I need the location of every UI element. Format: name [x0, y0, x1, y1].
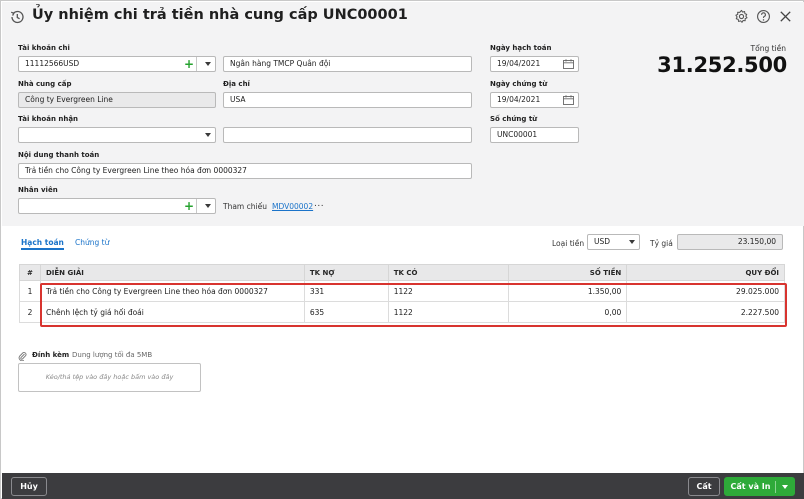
bank-value: Ngân hàng TMCP Quân đội	[230, 59, 331, 68]
col-debit: TK NỢ	[303, 264, 389, 281]
col-description: DIỄN GIẢI	[39, 264, 305, 281]
supplier-value: Công ty Evergreen Line	[25, 95, 113, 104]
posting-table: # DIỄN GIẢI TK NỢ TK CÓ SỐ TIỀN QUY ĐỔI …	[19, 264, 785, 323]
reference-label: Tham chiếu	[223, 202, 267, 211]
paperclip-icon	[18, 352, 27, 361]
table-header-row: # DIỄN GIẢI TK NỢ TK CÓ SỐ TIỀN QUY ĐỔI	[19, 264, 785, 281]
voucher-no-label: Số chứng từ	[490, 115, 538, 123]
account-select[interactable]: 11112566USD +	[18, 56, 216, 72]
voucher-date-value: 19/04/2021	[497, 95, 541, 104]
posting-date-value: 19/04/2021	[497, 59, 541, 68]
history-icon[interactable]	[9, 9, 25, 25]
divider	[196, 199, 197, 213]
close-icon[interactable]	[778, 9, 793, 24]
row-debit[interactable]: 635	[303, 301, 389, 323]
help-icon[interactable]	[756, 9, 771, 24]
gear-icon[interactable]	[734, 9, 749, 24]
col-converted: QUY ĐỔI	[626, 264, 785, 281]
footer-bar	[2, 473, 804, 499]
table-row[interactable]: 1 Trả tiền cho Công ty Evergreen Line th…	[19, 280, 785, 302]
calendar-icon[interactable]	[563, 95, 574, 105]
attachment-label: Đính kèm	[32, 351, 70, 359]
save-print-button[interactable]: Cất và In	[724, 477, 795, 496]
total-label: Tổng tiền	[750, 44, 786, 53]
chevron-down-icon[interactable]	[205, 62, 211, 66]
receive-account-label: Tài khoản nhận	[18, 115, 79, 123]
plus-icon[interactable]: +	[183, 199, 195, 213]
address-label: Địa chỉ	[223, 80, 250, 88]
col-credit: TK CÓ	[387, 264, 510, 281]
row-debit[interactable]: 331	[303, 280, 389, 302]
receive-bank-field[interactable]	[223, 127, 472, 143]
divider	[775, 481, 776, 493]
tab-posting[interactable]: Hạch toán	[21, 238, 64, 250]
row-description[interactable]: Chênh lệch tỷ giá hối đoái	[39, 301, 305, 323]
rate-field[interactable]: 23.150,00	[677, 234, 783, 250]
voucher-date-picker[interactable]: 19/04/2021	[490, 92, 579, 108]
chevron-down-icon[interactable]	[629, 240, 635, 244]
rate-label: Tỷ giá	[650, 239, 673, 248]
divider	[196, 57, 197, 71]
calendar-icon[interactable]	[563, 59, 574, 69]
chevron-down-icon[interactable]	[782, 485, 788, 489]
total-amount: 31.252.500	[657, 53, 787, 77]
account-label: Tài khoản chi	[18, 44, 70, 52]
cancel-button[interactable]: Hủy	[11, 477, 47, 496]
supplier-label: Nhà cung cấp	[18, 80, 72, 88]
page-title: Ủy nhiệm chi trả tiền nhà cung cấp UNC00…	[32, 7, 408, 23]
address-value: USA	[230, 95, 246, 104]
row-amount[interactable]: 1.350,00	[508, 280, 628, 302]
employee-label: Nhân viên	[18, 186, 58, 194]
row-converted[interactable]: 2.227.500	[626, 301, 785, 323]
content-value: Trả tiền cho Công ty Evergreen Line theo…	[25, 166, 247, 175]
currency-value: USD	[594, 237, 611, 246]
chevron-down-icon[interactable]	[205, 133, 211, 137]
form-area	[2, 2, 804, 226]
save-button[interactable]: Cất	[688, 477, 720, 496]
plus-icon[interactable]: +	[183, 57, 195, 71]
col-index: #	[19, 264, 41, 281]
row-amount[interactable]: 0,00	[508, 301, 628, 323]
row-credit[interactable]: 1122	[387, 280, 510, 302]
row-index: 2	[19, 301, 41, 323]
voucher-no-field[interactable]: UNC00001	[490, 127, 579, 143]
col-amount: SỐ TIỀN	[508, 264, 628, 281]
rate-value: 23.150,00	[737, 237, 776, 246]
attachment-hint: Dung lượng tối đa 5MB	[72, 351, 153, 359]
voucher-no-value: UNC00001	[497, 130, 538, 139]
posting-date-picker[interactable]: 19/04/2021	[490, 56, 579, 72]
currency-select[interactable]: USD	[587, 234, 640, 250]
attachment-dropzone[interactable]: Kéo/thả tệp vào đây hoặc bấm vào đây	[18, 363, 201, 392]
content-field[interactable]: Trả tiền cho Công ty Evergreen Line theo…	[18, 163, 472, 179]
content-label: Nội dung thanh toán	[18, 151, 100, 159]
save-print-label: Cất và In	[730, 482, 771, 491]
currency-label: Loại tiền	[552, 239, 585, 248]
receive-account-select[interactable]	[18, 127, 216, 143]
tab-documents[interactable]: Chứng từ	[75, 238, 109, 247]
bank-field[interactable]: Ngân hàng TMCP Quân đội	[223, 56, 472, 72]
posting-date-label: Ngày hạch toán	[490, 44, 552, 52]
employee-select[interactable]: +	[18, 198, 216, 214]
table-row[interactable]: 2 Chênh lệch tỷ giá hối đoái 635 1122 0,…	[19, 301, 785, 323]
voucher-date-label: Ngày chứng từ	[490, 80, 548, 88]
row-converted[interactable]: 29.025.000	[626, 280, 785, 302]
account-value: 11112566USD	[25, 59, 80, 68]
reference-more-button[interactable]: ...	[314, 199, 324, 209]
row-index: 1	[19, 280, 41, 302]
row-credit[interactable]: 1122	[387, 301, 510, 323]
chevron-down-icon[interactable]	[205, 204, 211, 208]
address-field[interactable]: USA	[223, 92, 472, 108]
supplier-field[interactable]: Công ty Evergreen Line	[18, 92, 216, 108]
reference-link[interactable]: MDV00002	[272, 202, 313, 211]
row-description[interactable]: Trả tiền cho Công ty Evergreen Line theo…	[39, 280, 305, 302]
voucher-window: Ủy nhiệm chi trả tiền nhà cung cấp UNC00…	[0, 0, 804, 499]
